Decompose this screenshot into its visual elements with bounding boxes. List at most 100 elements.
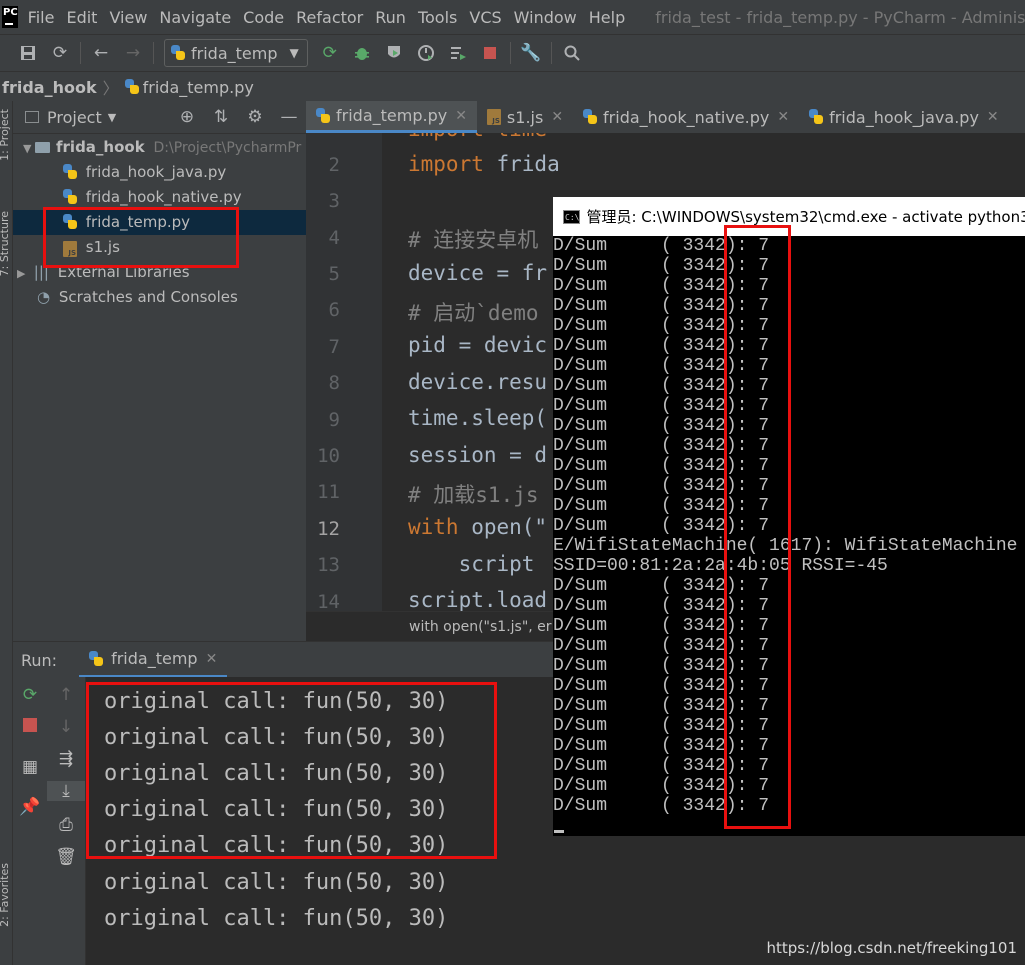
toolbar-divider xyxy=(509,42,511,64)
code-line-4: # 连接安卓机 xyxy=(408,228,539,252)
run-tab-frida-temp[interactable]: frida_temp ✕ xyxy=(79,642,228,678)
tab-frida-hook-java[interactable]: frida_hook_java.py ✕ xyxy=(799,101,1009,133)
profile-icon[interactable] xyxy=(410,37,442,69)
forward-icon[interactable]: → xyxy=(117,37,149,69)
left-tool-strip: 1: Project 7: Structure 2: Favorites xyxy=(0,101,13,965)
project-panel-title[interactable]: Project xyxy=(47,108,102,127)
code-line-14: script.load xyxy=(408,588,548,611)
close-icon[interactable]: ✕ xyxy=(987,109,999,125)
line-number-current: 12 xyxy=(317,518,340,540)
back-icon[interactable]: ← xyxy=(85,37,117,69)
run-toolbar-primary: ⟳ ▦ 📌 xyxy=(13,677,47,965)
line-number: 9 xyxy=(328,409,340,431)
close-icon[interactable]: ✕ xyxy=(777,109,789,125)
window-title: frida_test - frida_temp.py - PyCharm - A… xyxy=(655,7,1025,27)
python-file-icon xyxy=(171,45,185,61)
structure-tool-tab[interactable]: 7: Structure xyxy=(0,211,11,276)
watermark: https://blog.csdn.net/freeking101 xyxy=(766,939,1017,957)
line-number: 11 xyxy=(317,481,340,503)
tab-frida-temp[interactable]: frida_temp.py ✕ xyxy=(306,101,477,133)
menu-edit[interactable]: Edit xyxy=(60,8,103,27)
file-name: frida_hook_native.py xyxy=(85,188,242,206)
expand-arrow-icon[interactable]: ▼ xyxy=(23,136,35,161)
scratches-label: Scratches and Consoles xyxy=(58,288,238,306)
close-icon[interactable]: ✕ xyxy=(455,108,467,124)
line-number: 5 xyxy=(328,263,340,285)
coverage-icon[interactable] xyxy=(378,37,410,69)
layout-icon[interactable]: ▦ xyxy=(13,757,47,777)
python-file-icon xyxy=(89,650,104,667)
project-panel-header: Project ▼ ⊕ ⇅ ⚙ — xyxy=(13,101,306,134)
menu-window[interactable]: Window xyxy=(508,8,583,27)
menu-help[interactable]: Help xyxy=(583,8,631,27)
rerun-icon[interactable]: ⟳ xyxy=(314,37,346,69)
breadcrumb-file[interactable]: frida_temp.py xyxy=(143,78,254,97)
menu-tools[interactable]: Tools xyxy=(412,8,463,27)
code-text: import time xyxy=(408,133,547,141)
arrow-up-icon[interactable]: ↑ xyxy=(47,685,85,705)
file-name: frida_hook_java.py xyxy=(85,163,227,181)
hide-panel-icon[interactable]: — xyxy=(272,101,306,133)
code-line-13: script xyxy=(408,552,535,576)
print-icon[interactable]: ⎙ xyxy=(47,815,85,835)
menu-code[interactable]: Code xyxy=(237,8,290,27)
pycharm-logo-icon: PC xyxy=(2,6,18,28)
close-icon[interactable]: ✕ xyxy=(206,651,218,667)
menu-view[interactable]: View xyxy=(103,8,153,27)
menu-vcs[interactable]: VCS xyxy=(463,8,507,27)
soft-wrap-icon[interactable]: ⇶ xyxy=(47,749,85,769)
line-number: 14 xyxy=(317,591,340,613)
debug-icon[interactable] xyxy=(346,37,378,69)
gear-icon[interactable]: ⚙ xyxy=(238,101,272,133)
project-panel: Project ▼ ⊕ ⇅ ⚙ — ▼ frida_hook D:\Project… xyxy=(13,101,306,641)
locate-target-icon[interactable]: ⊕ xyxy=(170,101,204,133)
main-toolbar: ⟳ ← → frida_temp ▼ ⟳ 🔧 xyxy=(0,34,1025,71)
root-folder-path: D:\Project\PycharmPr xyxy=(153,140,302,156)
stop-icon[interactable] xyxy=(474,37,506,69)
search-icon[interactable] xyxy=(556,37,588,69)
console-line: original call: fun(50, 30) xyxy=(104,870,449,895)
editor-tab-bar: frida_temp.py ✕ JS s1.js ✕ frida_hook_na… xyxy=(306,101,1025,133)
code-line-12: with open(" xyxy=(408,515,547,539)
run-config-selector[interactable]: frida_temp ▼ xyxy=(164,39,308,67)
expand-arrow-icon[interactable]: ▶ xyxy=(17,261,29,286)
line-number: 10 xyxy=(317,445,340,467)
tree-file-frida-hook-java[interactable]: frida_hook_java.py xyxy=(63,160,226,185)
project-tool-tab[interactable]: 1: Project xyxy=(0,109,11,161)
run-tab-label: frida_temp xyxy=(111,649,198,668)
stop-icon[interactable] xyxy=(13,717,47,737)
line-number-gutter: 2 3 4 5 6 7 8 9 10 11 12 13 14 xyxy=(306,133,382,613)
toolbar-divider xyxy=(80,42,81,64)
menu-refactor[interactable]: Refactor xyxy=(290,8,369,27)
arrow-down-icon[interactable]: ↓ xyxy=(47,717,85,737)
rerun-icon[interactable]: ⟳ xyxy=(13,685,47,705)
python-file-icon xyxy=(124,79,139,95)
scroll-to-end-icon[interactable]: ⤓ xyxy=(47,781,85,801)
pin-icon[interactable]: 📌 xyxy=(13,797,47,817)
save-all-icon[interactable] xyxy=(12,37,44,69)
tree-scratches[interactable]: ◔ Scratches and Consoles xyxy=(37,285,238,310)
trash-icon[interactable]: 🗑 xyxy=(47,847,85,867)
collapse-all-icon[interactable]: ⇅ xyxy=(204,101,238,133)
menu-navigate[interactable]: Navigate xyxy=(153,8,237,27)
code-line-7: pid = devic xyxy=(408,333,548,357)
toolbar-divider xyxy=(153,42,154,64)
menu-run[interactable]: Run xyxy=(369,8,412,27)
tab-frida-hook-native[interactable]: frida_hook_native.py ✕ xyxy=(573,101,799,133)
tab-s1-js[interactable]: JS s1.js ✕ xyxy=(477,101,573,133)
code-line-1: import time xyxy=(408,133,547,141)
code-text: frida xyxy=(483,152,560,176)
favorites-tool-tab[interactable]: 2: Favorites xyxy=(0,863,11,927)
settings-wrench-icon[interactable]: 🔧 xyxy=(515,37,547,69)
folder-icon xyxy=(35,142,50,153)
menu-file[interactable]: File xyxy=(22,8,61,27)
chevron-down-icon[interactable]: ▼ xyxy=(108,111,116,124)
sync-icon[interactable]: ⟳ xyxy=(44,37,76,69)
chevron-down-icon: ▼ xyxy=(289,46,299,60)
close-icon[interactable]: ✕ xyxy=(551,109,563,125)
code-keyword: import xyxy=(408,152,484,176)
highlight-box xyxy=(724,225,791,829)
concurrency-icon[interactable] xyxy=(442,37,474,69)
tree-root-folder[interactable]: ▼ frida_hook D:\Project\PycharmPr xyxy=(23,135,301,160)
breadcrumb-project[interactable]: frida_hook xyxy=(0,78,97,97)
